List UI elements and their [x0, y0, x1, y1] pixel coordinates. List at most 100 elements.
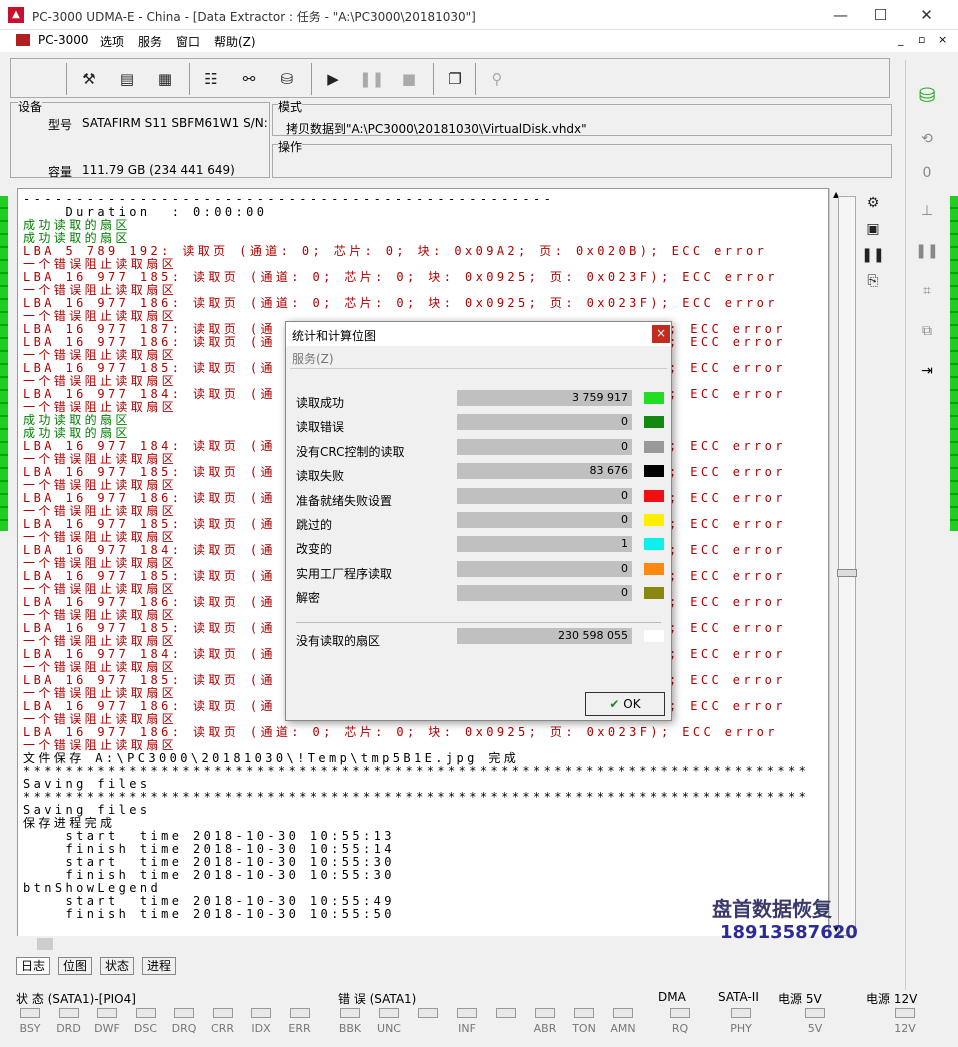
- pause-side-icon[interactable]: ❚❚: [914, 238, 940, 264]
- app-logo-icon: ▲: [8, 7, 24, 23]
- stat-label: 读取失败: [296, 469, 345, 484]
- tab-process[interactable]: 进程: [142, 957, 177, 975]
- stat-label: 跳过的: [296, 518, 333, 532]
- device-label: 设备: [18, 98, 43, 115]
- tab-bitmap[interactable]: 位图: [58, 957, 93, 975]
- dialog-close-button[interactable]: ×: [652, 325, 670, 343]
- slider-thumb[interactable]: [837, 569, 857, 577]
- minimize-button[interactable]: —: [818, 0, 863, 30]
- status-led: [574, 1008, 594, 1018]
- status-led: [613, 1008, 633, 1018]
- status-led: [418, 1008, 438, 1018]
- maximize-button[interactable]: ☐: [858, 0, 903, 30]
- network-icon[interactable]: ⌗: [914, 278, 940, 304]
- left-status-strip: [0, 196, 8, 531]
- dialog-menu-service[interactable]: 服务(Z): [292, 350, 334, 367]
- pause-icon[interactable]: ❚❚: [359, 67, 384, 91]
- stat-color-swatch: [644, 489, 664, 502]
- status-led: [895, 1008, 915, 1018]
- toolbar-separator: [311, 63, 312, 95]
- toolbar-separator: [189, 63, 190, 95]
- tools-icon[interactable]: ⚒: [77, 67, 101, 91]
- settings-icon[interactable]: ⚙: [860, 190, 886, 216]
- stat-label: 准备就绪失败设置: [296, 493, 393, 508]
- dialog-title: 统计和计算位图: [292, 329, 377, 343]
- menu-help[interactable]: 帮助(Z): [214, 33, 256, 50]
- stat-color-swatch: [644, 440, 664, 453]
- ok-button[interactable]: ✔ OK: [585, 692, 665, 716]
- export-icon[interactable]: ⎘: [860, 268, 886, 294]
- title-bar: ▲ PC-3000 UDMA-E - China - [Data Extract…: [0, 0, 958, 30]
- scroll-thumb[interactable]: [37, 938, 53, 950]
- save-icon[interactable]: ▣: [860, 216, 886, 242]
- status-led: [97, 1008, 117, 1018]
- status-led-label: RQ: [671, 1022, 689, 1035]
- percent-icon[interactable]: ▦: [153, 67, 177, 91]
- database-icon[interactable]: ⛁: [914, 82, 940, 108]
- unread-sectors-label: 没有读取的扇区: [296, 634, 381, 648]
- status-led: [535, 1008, 555, 1018]
- connector-icon[interactable]: ⇥: [914, 358, 940, 384]
- status-led-label: ERR: [288, 1022, 311, 1035]
- menu-window[interactable]: 窗口: [176, 33, 200, 50]
- tab-log[interactable]: 日志: [16, 957, 51, 975]
- disk-icon[interactable]: ⛁: [275, 67, 299, 91]
- windows-icon[interactable]: ❐: [443, 67, 467, 91]
- watermark-phone: 18913587620: [720, 922, 858, 943]
- zero-icon[interactable]: 0: [914, 160, 940, 186]
- mdi-minimize-button[interactable]: _: [898, 33, 904, 46]
- chip-icon[interactable]: ▤: [115, 67, 139, 91]
- stat-color-swatch: [644, 514, 664, 526]
- binoculars-icon[interactable]: ⚯: [237, 67, 261, 91]
- status-led: [58, 1008, 79, 1018]
- stop-icon[interactable]: ■: [397, 67, 421, 91]
- pause-log-icon[interactable]: ❚❚: [860, 242, 886, 268]
- mdi-restore-button[interactable]: ▫: [918, 33, 925, 46]
- status-led-label: 5V: [807, 1022, 823, 1035]
- stat-color-swatch: [644, 587, 664, 600]
- runner-icon[interactable]: ⚲: [485, 67, 509, 91]
- stat-value: 0: [457, 560, 632, 577]
- mdi-close-button[interactable]: ×: [938, 33, 947, 46]
- error-group-label: 错 误 (SATA1): [338, 992, 417, 1006]
- copy-icon[interactable]: ⧉: [914, 318, 940, 344]
- power5-label: 电源 5V: [778, 992, 822, 1006]
- stat-value: 0: [457, 585, 632, 602]
- stat-value: 0: [457, 512, 632, 528]
- status-led-label: CRR: [211, 1022, 234, 1035]
- mode-label: 模式: [278, 98, 303, 115]
- tree-icon[interactable]: ☷: [199, 67, 223, 91]
- status-led: [379, 1008, 399, 1018]
- operation-label: 操作: [278, 138, 303, 155]
- chart-icon[interactable]: ⊥: [914, 198, 940, 224]
- menu-pc3000[interactable]: PC-3000: [38, 33, 88, 47]
- power12-label: 电源 12V: [866, 992, 918, 1006]
- status-led-label: AMN: [610, 1022, 636, 1035]
- stat-label: 读取错误: [296, 420, 345, 435]
- status-led: [731, 1008, 751, 1018]
- status-led-label: 12V: [894, 1022, 916, 1035]
- status-led: [805, 1008, 825, 1018]
- stat-label: 解密: [296, 591, 321, 606]
- sata-label: SATA-II: [718, 990, 759, 1004]
- status-led-label: IDX: [251, 1022, 271, 1035]
- menu-service[interactable]: 服务: [138, 33, 162, 50]
- capacity-value: 111.79 GB (234 441 649): [82, 163, 235, 177]
- window-title: PC-3000 UDMA-E - China - [Data Extractor…: [32, 10, 476, 24]
- toolbar: ⚒ ▤ ▦ ☷ ⚯ ⛁ ▶ ❚❚ ■ ❐ ⚲: [10, 58, 890, 98]
- status-led: [496, 1008, 516, 1018]
- menu-options[interactable]: 选项: [100, 33, 124, 50]
- dma-label: DMA: [658, 990, 686, 1004]
- progress-slider[interactable]: [837, 196, 857, 936]
- close-button[interactable]: ✕: [904, 0, 949, 30]
- status-led: [135, 1008, 156, 1018]
- pc3000-menu-icon: [16, 34, 30, 46]
- toolbar-separator: [66, 63, 67, 95]
- play-icon[interactable]: ▶: [321, 67, 345, 91]
- dialog-separator: [296, 622, 661, 623]
- status-led-label: BSY: [19, 1022, 41, 1035]
- log-horizontal-scrollbar[interactable]: [17, 936, 829, 952]
- tab-status[interactable]: 状态: [100, 957, 135, 975]
- reset-icon[interactable]: ⟲: [914, 126, 940, 152]
- status-led: [212, 1008, 233, 1018]
